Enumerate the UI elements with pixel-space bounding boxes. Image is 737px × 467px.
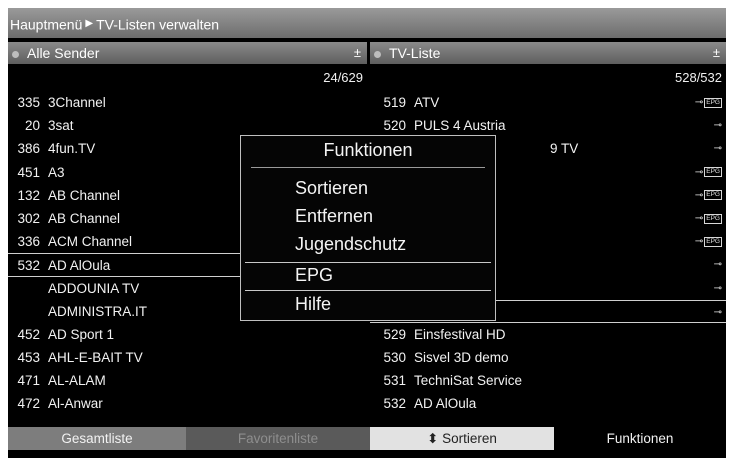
- menu-item-epg[interactable]: EPG: [295, 265, 333, 286]
- lock-epg-icon: ⊸ EPG: [694, 212, 722, 224]
- channel-name: Al-Anwar: [48, 396, 103, 412]
- menu-item-entfernen[interactable]: Entfernen: [295, 206, 373, 227]
- red-key-gesamtliste[interactable]: Gesamtliste: [8, 427, 186, 450]
- channel-number: 532: [383, 396, 406, 412]
- channel-name: AL-ALAM: [48, 373, 106, 389]
- key-icon: ⊸: [713, 143, 722, 155]
- channel-name: AD AlOula: [414, 396, 477, 412]
- page-title: TV-Listen verwalten: [96, 16, 220, 33]
- selection-line-bottom: [245, 290, 491, 291]
- channel-number: 532: [17, 258, 40, 274]
- channel-row[interactable]: 520 PULS 4 Austria ⊸: [370, 114, 726, 137]
- channel-number: 529: [383, 326, 406, 342]
- channel-number: 335: [17, 95, 40, 110]
- sort-order-icon: ±: [712, 45, 720, 60]
- channel-number: 336: [17, 234, 40, 250]
- channel-row[interactable]: 530 Sisvel 3D demo: [370, 346, 726, 369]
- breadcrumb-parent[interactable]: Hauptmenü: [10, 16, 82, 32]
- color-key-bar: Gesamtliste Favoritenliste ⬍ Sortieren F…: [8, 427, 726, 450]
- channel-row[interactable]: 453 AHL-E-BAIT TV: [8, 346, 367, 369]
- channel-name: Einsfestival HD: [414, 326, 506, 342]
- menu-item-hilfe[interactable]: Hilfe: [295, 294, 331, 315]
- channel-name: 4fun.TV: [48, 141, 96, 157]
- popup-divider: [251, 167, 485, 168]
- lock-epg-icon: ⊸ EPG: [694, 236, 722, 248]
- right-list-title: TV-Liste: [389, 45, 441, 61]
- selection-line-top: [245, 262, 491, 263]
- channel-name: 3Channel: [48, 95, 106, 110]
- channel-number: 471: [17, 373, 40, 389]
- channel-name: AD Sport 1: [48, 326, 115, 342]
- channel-number: 531: [383, 373, 406, 389]
- left-list-title: Alle Sender: [27, 45, 100, 61]
- blue-key-funktionen[interactable]: Funktionen: [554, 427, 726, 450]
- lock-epg-icon: ⊸ EPG: [694, 166, 722, 178]
- sort-order-icon: ±: [353, 45, 361, 60]
- channel-row[interactable]: 519 ATV ⊸ EPG: [370, 91, 726, 114]
- key-icon: ⊸: [713, 306, 722, 318]
- right-list-header[interactable]: TV-Liste ±: [370, 42, 726, 64]
- channel-name: 9 TV: [550, 141, 579, 157]
- left-list-counter: 24/629: [323, 70, 363, 85]
- lock-epg-icon: ⊸ EPG: [694, 97, 722, 108]
- functions-popup: Funktionen Sortieren Entfernen Jugendsch…: [240, 135, 496, 321]
- channel-row[interactable]: 452 AD Sport 1: [8, 323, 367, 346]
- channel-name: AD AlOula: [48, 258, 111, 274]
- popup-title: Funktionen: [323, 140, 413, 160]
- channel-number: 519: [383, 95, 406, 110]
- channel-row[interactable]: 472 Al-Anwar: [8, 392, 367, 415]
- channel-number: 451: [17, 164, 40, 180]
- channel-name: Sisvel 3D demo: [414, 350, 509, 366]
- channel-name: 3sat: [48, 118, 74, 134]
- channel-name: ACM Channel: [48, 234, 133, 250]
- up-down-icon: ⬍: [427, 431, 439, 446]
- key-icon: ⊸: [713, 282, 722, 294]
- channel-number: 302: [17, 210, 40, 226]
- green-key-favoritenliste[interactable]: Favoritenliste: [186, 427, 370, 450]
- menu-item-sortieren[interactable]: Sortieren: [295, 178, 368, 199]
- channel-name: TechniSat Service: [414, 373, 523, 389]
- channel-name: ADDOUNIA TV: [48, 280, 140, 296]
- channel-name: AHL-E-BAIT TV: [48, 350, 143, 366]
- tv-screen: Hauptmenü ▶ TV-Listen verwalten Alle Sende…: [8, 8, 726, 458]
- lock-epg-icon: ⊸ EPG: [694, 189, 722, 201]
- channel-name: PULS 4 Austria: [414, 118, 506, 134]
- list-dot-icon: [12, 50, 19, 58]
- breadcrumb-arrow-icon: ▶: [85, 18, 94, 30]
- channel-name: AB Channel: [48, 210, 121, 226]
- channel-number: 20: [24, 118, 40, 134]
- title-bar: Hauptmenü ▶ TV-Listen verwalten: [8, 8, 726, 38]
- channel-name: ATV: [414, 95, 440, 110]
- channel-row[interactable]: 529 Einsfestival HD: [370, 323, 726, 346]
- channel-row[interactable]: 20 3sat: [8, 114, 367, 137]
- channel-number: 132: [17, 187, 40, 203]
- channel-name: A3: [48, 164, 65, 180]
- yellow-key-sortieren[interactable]: ⬍ Sortieren: [370, 427, 554, 450]
- channel-row[interactable]: 335 3Channel: [8, 91, 367, 114]
- channel-number: 453: [17, 350, 40, 366]
- key-icon: ⊸: [713, 120, 722, 132]
- right-list-counter: 528/532: [675, 70, 722, 85]
- menu-item-jugendschutz[interactable]: Jugendschutz: [295, 234, 406, 255]
- channel-name: AB Channel: [48, 187, 121, 203]
- key-icon: ⊸: [713, 259, 722, 271]
- channel-number: 472: [17, 396, 40, 412]
- channel-name: ADMINISTRA.IT: [48, 303, 148, 319]
- channel-number: 452: [17, 326, 40, 342]
- channel-number: 386: [17, 141, 40, 157]
- left-list-header[interactable]: Alle Sender ±: [8, 42, 367, 64]
- channel-row[interactable]: 532 AD AlOula: [370, 392, 726, 415]
- channel-number: 520: [383, 118, 406, 134]
- channel-number: 530: [383, 350, 406, 366]
- channel-row[interactable]: 531 TechniSat Service: [370, 369, 726, 392]
- list-dot-icon: [374, 50, 381, 58]
- yellow-key-label: Sortieren: [442, 431, 497, 446]
- channel-row[interactable]: 471 AL-ALAM: [8, 369, 367, 392]
